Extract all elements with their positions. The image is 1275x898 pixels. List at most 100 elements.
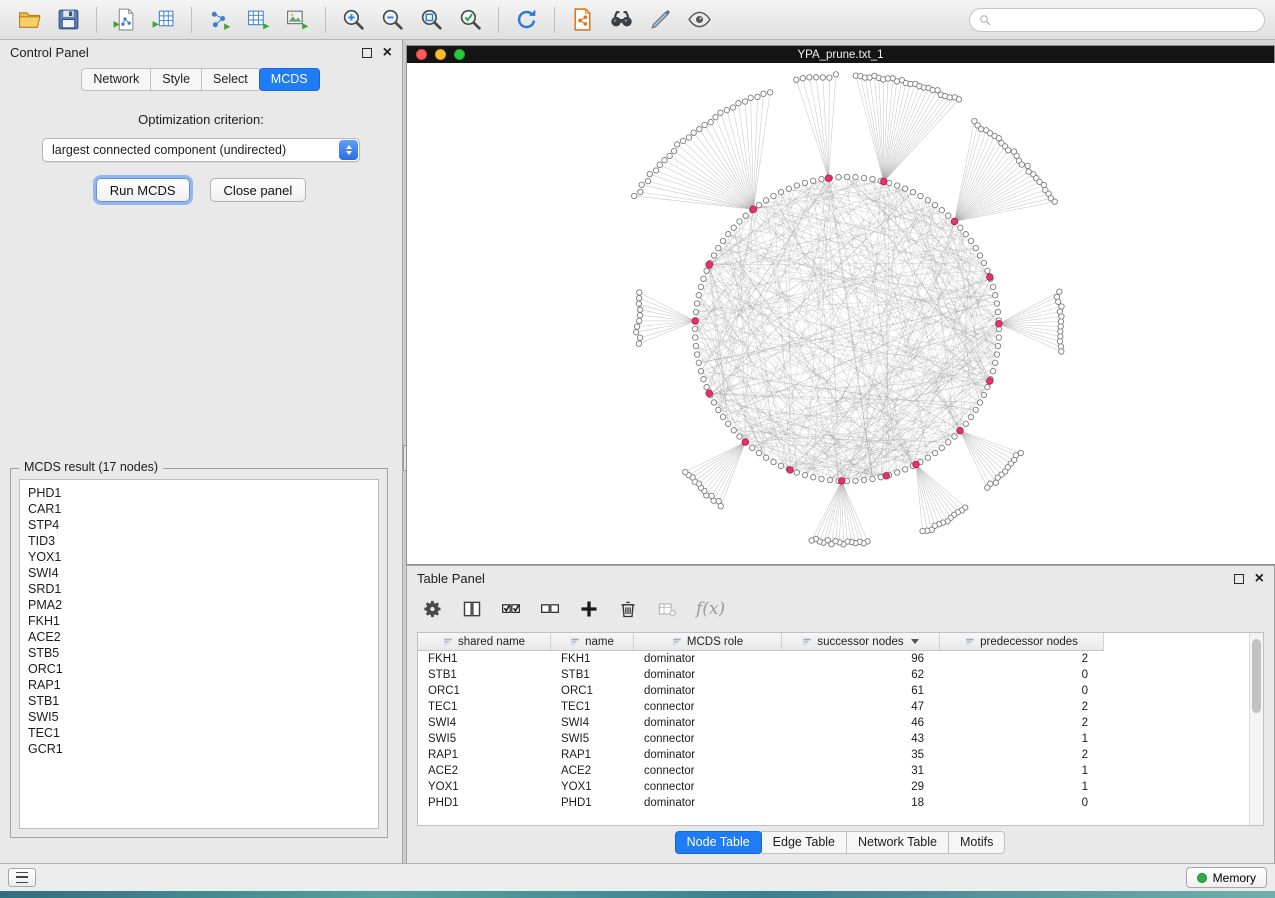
mcds-result-item[interactable]: TEC1 — [20, 725, 378, 741]
network-node[interactable] — [827, 75, 832, 80]
minimize-window-button[interactable] — [435, 49, 446, 60]
zoom-in-button[interactable] — [335, 4, 372, 36]
table-settings-button[interactable] — [421, 597, 445, 621]
mcds-result-item[interactable]: STB1 — [20, 693, 378, 709]
mcds-node[interactable] — [825, 175, 832, 182]
network-node[interactable] — [778, 189, 783, 194]
network-node[interactable] — [718, 110, 723, 115]
mcds-result-item[interactable]: YOX1 — [20, 549, 378, 565]
network-node[interactable] — [981, 392, 986, 397]
network-node[interactable] — [995, 475, 1000, 480]
tab-network-table[interactable]: Network Table — [846, 831, 949, 854]
network-node[interactable] — [794, 77, 799, 82]
network-node[interactable] — [794, 470, 799, 475]
memory-button[interactable]: Memory — [1186, 867, 1267, 888]
network-node[interactable] — [638, 189, 643, 194]
network-node[interactable] — [698, 284, 703, 289]
column-header-shared-name[interactable]: shared name — [418, 633, 551, 651]
network-node[interactable] — [737, 219, 742, 224]
network-node[interactable] — [778, 463, 783, 468]
network-node[interactable] — [800, 76, 805, 81]
network-node[interactable] — [920, 528, 925, 533]
network-node[interactable] — [993, 480, 998, 485]
mcds-node[interactable] — [957, 427, 964, 434]
network-node[interactable] — [963, 232, 968, 237]
network-node[interactable] — [737, 434, 742, 439]
network-node[interactable] — [968, 238, 973, 243]
network-node[interactable] — [636, 301, 641, 306]
close-window-button[interactable] — [416, 49, 427, 60]
network-node[interactable] — [686, 135, 691, 140]
network-node[interactable] — [973, 407, 978, 412]
network-node[interactable] — [716, 499, 721, 504]
tab-network[interactable]: Network — [81, 68, 151, 91]
network-node[interactable] — [724, 108, 729, 113]
tab-motifs[interactable]: Motifs — [948, 831, 1005, 854]
mcds-result-item[interactable]: STP4 — [20, 517, 378, 533]
network-node[interactable] — [637, 290, 642, 295]
zoom-window-button[interactable] — [454, 49, 465, 60]
mcds-node[interactable] — [987, 378, 994, 385]
table-row[interactable]: TEC1TEC1connector472 — [418, 699, 1250, 715]
float-panel-icon[interactable] — [362, 48, 372, 58]
network-node[interactable] — [903, 467, 908, 472]
network-node[interactable] — [704, 268, 709, 273]
network-node[interactable] — [637, 318, 642, 323]
network-node[interactable] — [932, 202, 937, 207]
network-node[interactable] — [1059, 349, 1064, 354]
mcds-node[interactable] — [883, 473, 890, 480]
network-node[interactable] — [731, 428, 736, 433]
network-node[interactable] — [716, 407, 721, 412]
network-node[interactable] — [634, 324, 639, 329]
mcds-result-item[interactable]: ORC1 — [20, 661, 378, 677]
mcds-result-item[interactable]: CAR1 — [20, 501, 378, 517]
network-node[interactable] — [671, 148, 676, 153]
refresh-view-button[interactable] — [508, 4, 545, 36]
network-node[interactable] — [1057, 289, 1062, 294]
network-node[interactable] — [636, 295, 641, 300]
split-columns-button[interactable] — [460, 597, 484, 621]
network-node[interactable] — [802, 472, 807, 477]
mcds-result-item[interactable]: RAP1 — [20, 677, 378, 693]
network-node[interactable] — [771, 459, 776, 464]
network-node[interactable] — [697, 127, 702, 132]
export-image-button[interactable] — [279, 4, 316, 36]
network-node[interactable] — [952, 434, 957, 439]
network-node[interactable] — [756, 202, 761, 207]
network-node[interactable] — [756, 450, 761, 455]
table-row[interactable]: SWI4SWI4dominator462 — [418, 715, 1250, 731]
network-node[interactable] — [981, 260, 986, 265]
table-row[interactable]: ORC1ORC1dominator610 — [418, 683, 1250, 699]
mcds-node[interactable] — [996, 320, 1003, 327]
import-network-from-file-button[interactable] — [106, 4, 143, 36]
network-node[interactable] — [990, 368, 995, 373]
network-node[interactable] — [763, 455, 768, 460]
network-node[interactable] — [726, 232, 731, 237]
search-input[interactable] — [997, 12, 1255, 28]
mcds-node[interactable] — [913, 461, 920, 468]
network-node[interactable] — [637, 307, 642, 312]
panel-menu-button[interactable] — [8, 868, 36, 887]
network-node[interactable] — [910, 189, 915, 194]
network-node[interactable] — [694, 301, 699, 306]
share-document-button[interactable] — [564, 4, 601, 36]
network-node[interactable] — [995, 343, 1000, 348]
network-node[interactable] — [736, 101, 741, 106]
network-node[interactable] — [977, 253, 982, 258]
network-node[interactable] — [1057, 339, 1062, 344]
import-table-from-file-button[interactable] — [145, 4, 182, 36]
optimization-criterion-select[interactable]: largest connected component (undirected) — [42, 138, 360, 162]
network-node[interactable] — [977, 400, 982, 405]
delete-rows-button[interactable] — [616, 597, 640, 621]
mcds-node[interactable] — [692, 318, 699, 325]
zoom-out-button[interactable] — [374, 4, 411, 36]
network-node[interactable] — [946, 440, 951, 445]
table-row[interactable]: YOX1YOX1connector291 — [418, 779, 1250, 795]
network-node[interactable] — [653, 168, 658, 173]
network-node[interactable] — [708, 120, 713, 125]
network-node[interactable] — [809, 538, 814, 543]
network-node[interactable] — [836, 175, 841, 180]
network-node[interactable] — [932, 450, 937, 455]
column-header-MCDS-role[interactable]: MCDS role — [634, 633, 782, 651]
mcds-result-item[interactable]: SWI4 — [20, 565, 378, 581]
